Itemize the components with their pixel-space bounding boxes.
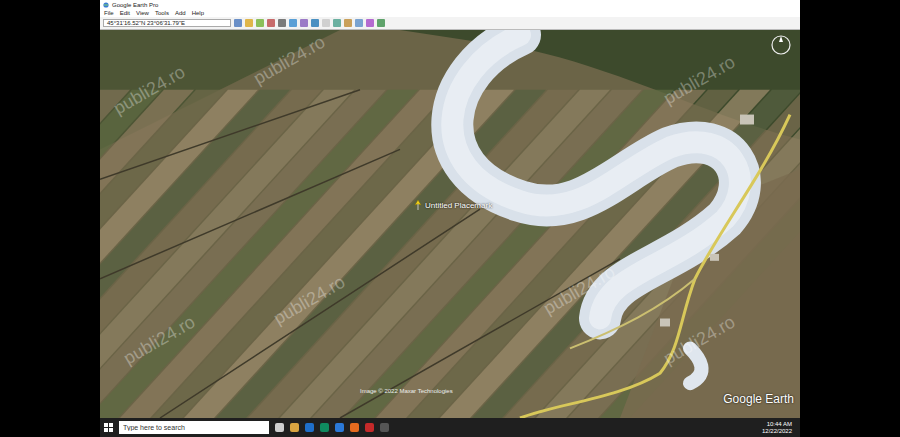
compass-icon[interactable] — [770, 34, 792, 56]
taskbar-search[interactable] — [119, 421, 269, 434]
menu-item[interactable]: Add — [175, 10, 186, 16]
watermark: publi24.ro — [250, 32, 329, 90]
toolbar-button-icon[interactable] — [333, 19, 341, 27]
clock-time: 10:44 AM — [767, 421, 792, 428]
screen: Google Earth Pro File Edit View Tools Add Hel… — [100, 0, 800, 437]
satellite-image — [100, 30, 800, 418]
menu-bar: File Edit View Tools Add Help — [100, 9, 800, 17]
toolbar-button-icon[interactable] — [322, 19, 330, 27]
watermark: publi24.ro — [660, 52, 739, 110]
taskbar-app-icon[interactable] — [290, 423, 299, 432]
placemark-label[interactable]: Untitled Placemark — [425, 201, 492, 210]
window-title: Google Earth Pro — [112, 2, 158, 8]
map-view[interactable]: publi24.ro publi24.ro publi24.ro publi24.ro… — [100, 30, 800, 418]
attribution: Image © 2022 Maxar Technologies — [360, 388, 453, 394]
taskbar-app-icon[interactable] — [275, 423, 284, 432]
watermark: publi24.ro — [120, 312, 199, 370]
toolbar-button-icon[interactable] — [234, 19, 242, 27]
toolbar-button-icon[interactable] — [377, 19, 385, 27]
letterbox-left — [0, 0, 100, 437]
app-icon — [103, 2, 109, 8]
clock-date: 12/22/2022 — [762, 428, 792, 435]
letterbox-right — [800, 0, 900, 437]
taskbar-app-icon[interactable] — [335, 423, 344, 432]
menu-item[interactable]: View — [136, 10, 149, 16]
toolbar-button-icon[interactable] — [245, 19, 253, 27]
toolbar-button-icon[interactable] — [355, 19, 363, 27]
taskbar-app-icon[interactable] — [305, 423, 314, 432]
menu-item[interactable]: File — [104, 10, 114, 16]
system-clock[interactable]: 10:44 AM12/22/2022 — [762, 421, 796, 435]
watermark: publi24.ro — [270, 272, 349, 330]
taskbar-app-icon[interactable] — [380, 423, 389, 432]
toolbar-button-icon[interactable] — [289, 19, 297, 27]
placemark[interactable]: Untitled Placemark — [414, 200, 492, 210]
windows-start-icon — [104, 423, 113, 432]
toolbar-button-icon[interactable] — [300, 19, 308, 27]
toolbar-button-icon[interactable] — [256, 19, 264, 27]
toolbar: 45°31'16.52"N 23°06'31.79"E — [100, 17, 800, 30]
watermark: publi24.ro — [110, 62, 189, 120]
taskbar-app-icon[interactable] — [365, 423, 374, 432]
title-bar: Google Earth Pro — [100, 0, 800, 9]
menu-item[interactable]: Edit — [120, 10, 130, 16]
toolbar-button-icon[interactable] — [366, 19, 374, 27]
menu-item[interactable]: Help — [192, 10, 204, 16]
watermark: publi24.ro — [660, 312, 739, 370]
toolbar-button-icon[interactable] — [267, 19, 275, 27]
coordinates-field[interactable]: 45°31'16.52"N 23°06'31.79"E — [103, 19, 231, 27]
menu-item[interactable]: Tools — [155, 10, 169, 16]
pushpin-icon — [414, 200, 422, 210]
watermark: publi24.ro — [540, 262, 619, 320]
taskbar: 10:44 AM12/22/2022 — [100, 418, 800, 437]
toolbar-button-icon[interactable] — [311, 19, 319, 27]
google-earth-logo: Google Earth — [723, 392, 794, 406]
toolbar-button-icon[interactable] — [344, 19, 352, 27]
toolbar-button-icon[interactable] — [278, 19, 286, 27]
taskbar-app-icon[interactable] — [350, 423, 359, 432]
taskbar-app-icon[interactable] — [320, 423, 329, 432]
